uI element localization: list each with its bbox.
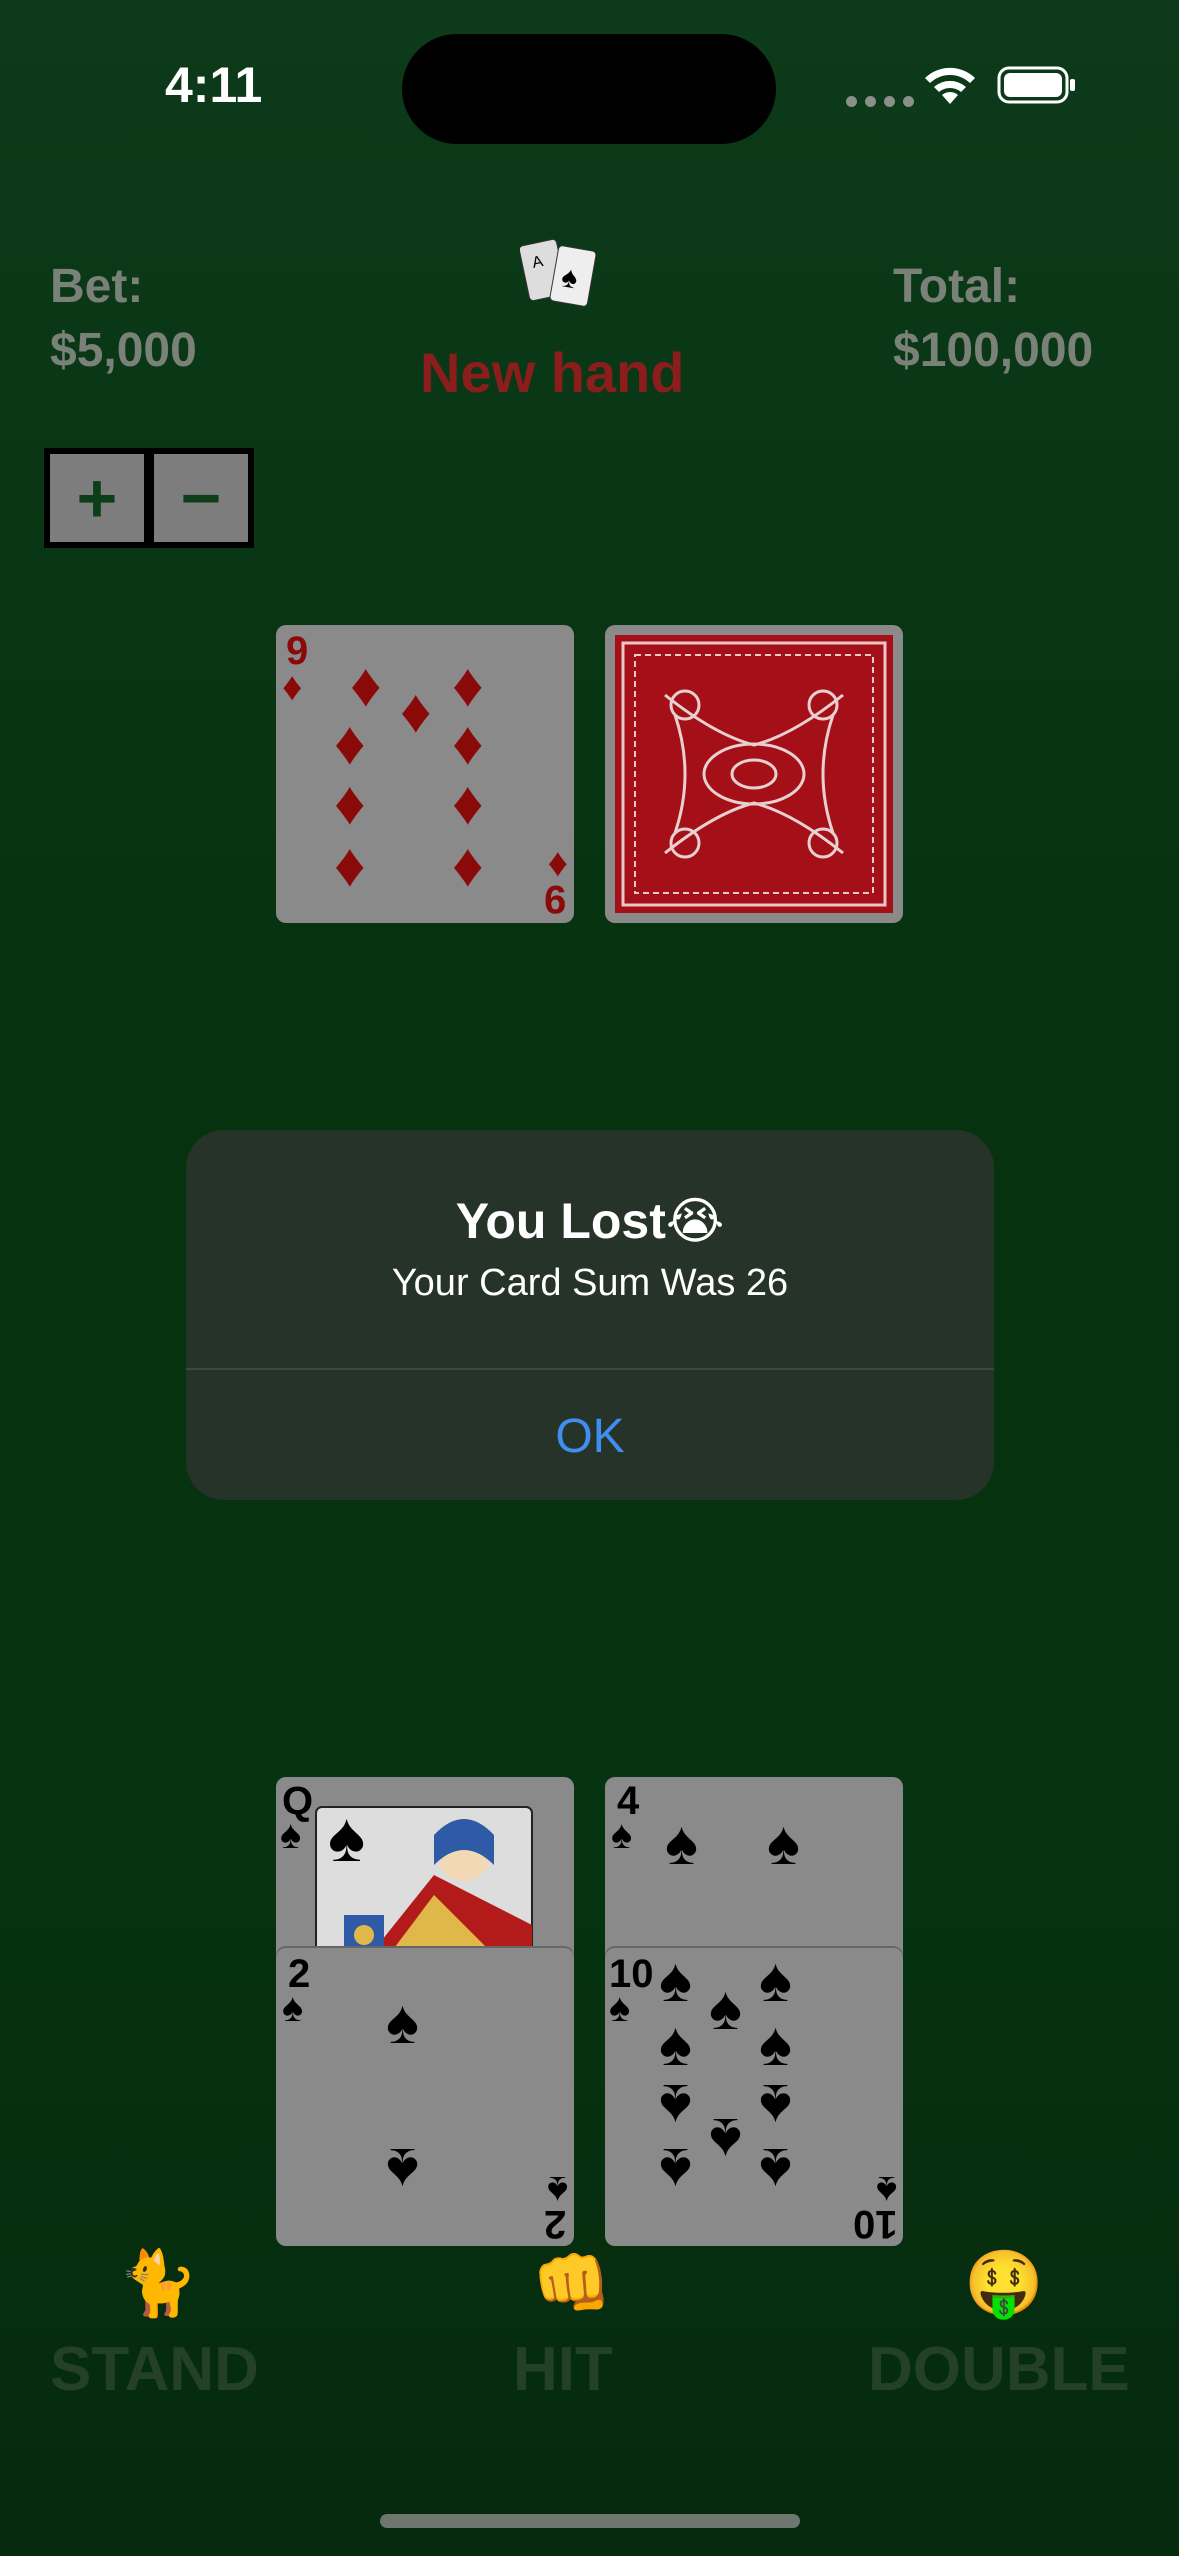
new-hand-button[interactable]: New hand [420,340,684,405]
diamond-pip: ♦ [452,831,484,900]
diamond-pip: ♦ [334,709,366,778]
spade-pip: ♠ [386,1988,419,2057]
card-suit: ♠ [609,1986,631,2030]
diamond-pip: ♦ [350,651,382,720]
card-suit-bottom: ♦ [547,841,568,885]
player-card-10-spades: 10 ♠ ♠ ♠ ♠ ♠ ♠ ♠ ♠ ♠ ♠ ♠ 10 ♠ [605,1948,903,2246]
alert-title: You Lost😭 [455,1193,725,1249]
fist-icon: 👊 [532,2247,612,2319]
diamond-pip: ♦ [452,709,484,778]
card-suit-bottom: ♠ [546,2168,568,2212]
player-card-queen-spades: Q ♠ ♠ [276,1777,574,1977]
diamond-pip: ♦ [334,831,366,900]
dealer-card-1: 9 ♦ ♦ ♦ ♦ ♦ ♦ ♦ ♦ ♦ ♦ 9 ♦ [276,625,574,923]
bet-display: Bet: $5,000 [50,255,197,383]
money-mouth-icon: 🤑 [964,2247,1044,2319]
player-card-2-spades: 2 ♠ ♠ ♠ 2 ♠ [276,1948,574,2246]
bet-label: Bet: [50,260,144,313]
spade-pip: ♠ [386,2135,419,2204]
spade-pip: ♠ [659,2010,692,2079]
diamond-pip: ♦ [452,769,484,838]
hit-button[interactable]: HIT [513,2334,613,2405]
diamond-pip: ♦ [452,651,484,720]
total-value: $100,000 [893,324,1094,377]
diamond-pip: ♦ [400,677,432,746]
player-card-4-spades: 4 ♠ ♠ ♠ [605,1777,903,1977]
total-display: Total: $100,000 [893,255,1093,383]
bet-stepper: + − [44,448,254,548]
spade-pip: ♠ [767,1809,800,1878]
dealer-card-2-facedown [605,625,903,923]
cat-icon: 🐈 [118,2247,198,2319]
double-button[interactable]: DOUBLE [868,2334,1130,2405]
playing-cards-icon: A ♠ [520,238,597,307]
increase-bet-button[interactable]: + [50,454,144,542]
total-label: Total: [893,260,1021,313]
spade-pip: ♠ [709,2105,742,2174]
card-suit: ♠ [282,1986,304,2030]
card-rank-bottom: 9 [543,877,566,921]
spade-pip: ♠ [659,1948,692,2015]
diamond-pip: ♦ [334,769,366,838]
decrease-bet-button[interactable]: − [154,454,248,542]
spade-pip: ♠ [759,1948,792,2015]
spade-pip: ♠ [659,2071,692,2140]
result-alert: You Lost😭 Your Card Sum Was 26 OK [186,1130,994,1500]
spade-pip: ♠ [659,2135,692,2204]
card-suit: ♦ [282,665,303,709]
card-suit: ♠ [280,1813,302,1857]
home-indicator[interactable] [380,2514,800,2528]
dynamic-island [402,34,776,144]
spade-pip: ♠ [665,1809,698,1878]
card-suit-bottom: ♠ [875,2168,897,2212]
alert-message: Your Card Sum Was 26 [391,1262,789,1304]
wifi-icon [925,67,975,104]
spade-pip: ♠ [759,2135,792,2204]
alert-ok-button[interactable]: OK [186,1392,994,1482]
spade-pip: ♠ [759,2071,792,2140]
cellular-signal-icon [846,96,914,107]
card-suit: ♠ [611,1813,633,1857]
card-back-pattern [615,635,893,913]
spade-pip: ♠ [709,1974,742,2043]
battery-icon [997,66,1075,104]
bet-value: $5,000 [50,324,197,377]
svg-text:♠: ♠ [328,1805,365,1876]
status-time: 4:11 [165,57,263,113]
alert-divider [186,1368,994,1370]
spade-pip: ♠ [759,2010,792,2079]
stand-button[interactable]: STAND [50,2334,259,2405]
